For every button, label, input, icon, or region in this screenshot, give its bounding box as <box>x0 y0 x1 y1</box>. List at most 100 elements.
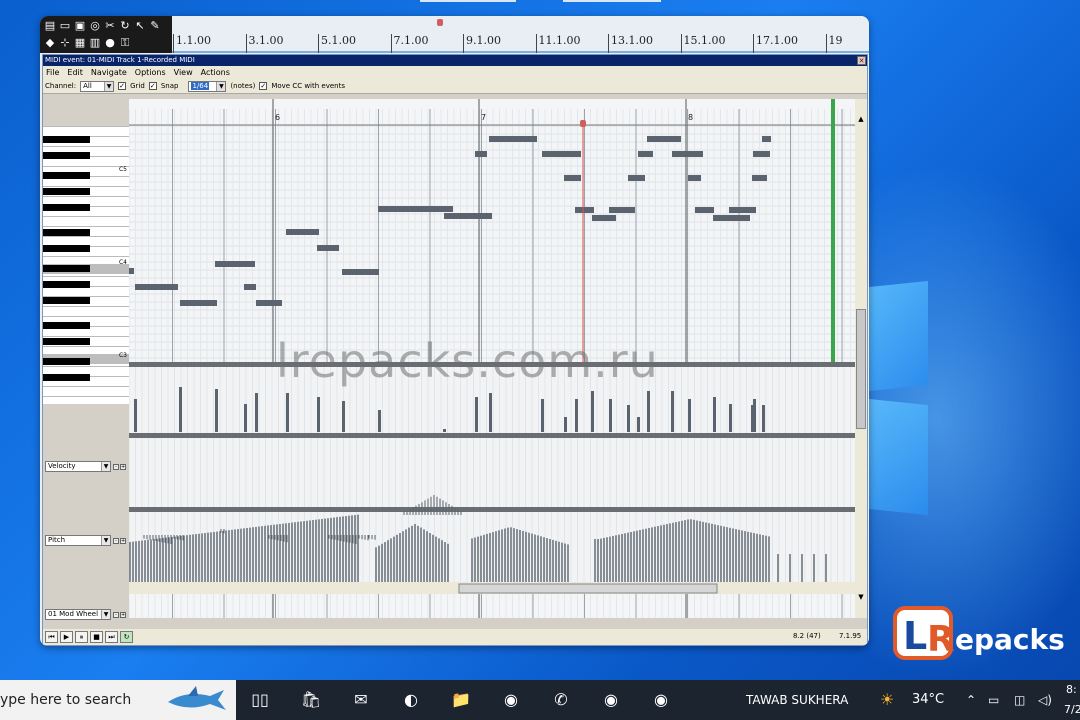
lane-plus-button[interactable]: + <box>120 612 126 618</box>
forward-button[interactable]: ⏭ <box>105 631 118 643</box>
black-key[interactable] <box>43 245 90 252</box>
menu-navigate[interactable]: Navigate <box>91 66 127 79</box>
arrow-icon[interactable]: ↖ <box>133 18 147 33</box>
metronome-icon[interactable]: ◎ <box>88 18 102 33</box>
velocity-lane-select[interactable]: Velocity ▼ <box>45 461 111 472</box>
vertical-scrollbar[interactable]: ▲ ▼ <box>855 99 867 618</box>
taskbar-user[interactable]: TAWAB SUKHERA <box>746 680 848 720</box>
black-key[interactable] <box>43 265 90 272</box>
ruler-label: 15.1.00 <box>683 34 726 47</box>
clock-date[interactable]: 7/2 <box>1064 690 1080 720</box>
edit-cursor-marker <box>580 120 586 127</box>
piano-keyboard[interactable]: C5 C4 C3 <box>43 126 129 404</box>
pitch-lane-label: Pitch <box>48 536 66 544</box>
black-key[interactable] <box>43 358 90 365</box>
note <box>713 215 750 221</box>
lock-icon[interactable]: ⚿ <box>118 35 132 50</box>
scroll-up-icon[interactable]: ▲ <box>856 115 866 125</box>
black-key[interactable] <box>43 374 90 381</box>
black-key[interactable] <box>43 281 90 288</box>
ruler-tick <box>318 34 319 53</box>
playhead-marker[interactable] <box>437 19 443 26</box>
select-icon[interactable]: ⊹ <box>58 35 72 50</box>
note <box>317 245 339 251</box>
piano-key-line <box>43 396 129 397</box>
ruler-tick <box>463 34 464 53</box>
eraser-icon[interactable]: ◆ <box>43 35 57 50</box>
menu-view[interactable]: View <box>174 66 193 79</box>
task-view-icon[interactable]: ▯▯ <box>247 688 273 712</box>
network-icon[interactable]: ◫ <box>1014 680 1025 720</box>
velocity-bar <box>762 405 765 432</box>
velocity-bar <box>378 410 381 432</box>
mod-lane-select[interactable]: 01 Mod Wheel M ▼ <box>45 609 111 620</box>
edge-icon[interactable]: ◐ <box>398 688 424 712</box>
lane-minus-button[interactable]: - <box>113 538 119 544</box>
folder-icon[interactable]: 📁 <box>448 688 474 712</box>
mixer-icon[interactable]: ▥ <box>88 35 102 50</box>
pitch-lane-select[interactable]: Pitch ▼ <box>45 535 111 546</box>
mail-icon[interactable]: ✉ <box>348 688 374 712</box>
snap-select[interactable]: 1/64 ▼ <box>188 80 227 92</box>
chrome-icon[interactable]: ◉ <box>498 688 524 712</box>
menu-options[interactable]: Options <box>135 66 166 79</box>
cut-icon[interactable]: ✂ <box>103 18 117 33</box>
grid-icon[interactable]: ▦ <box>73 35 87 50</box>
battery-icon[interactable]: ▭ <box>988 680 999 720</box>
menu-bar: File Edit Navigate Options View Actions <box>43 66 867 79</box>
play-button[interactable]: ▶ <box>60 631 73 643</box>
black-key[interactable] <box>43 338 90 345</box>
menu-actions[interactable]: Actions <box>201 66 230 79</box>
save-icon[interactable]: ▣ <box>73 18 87 33</box>
note <box>628 175 645 181</box>
snap-checkbox[interactable]: ✓ <box>148 82 157 90</box>
velocity-bar <box>255 393 258 432</box>
open-icon[interactable]: ▤ <box>43 18 57 33</box>
loop-button[interactable]: ↻ <box>120 631 133 643</box>
volume-icon[interactable]: ◁) <box>1038 680 1052 720</box>
black-key[interactable] <box>43 322 90 329</box>
whatsapp-icon[interactable]: ✆ <box>548 688 574 712</box>
playhead-line <box>831 99 835 362</box>
pause-button[interactable]: ⏸ <box>75 631 88 643</box>
close-button[interactable]: ✕ <box>857 56 866 65</box>
chrome-icon[interactable]: ◉ <box>648 688 674 712</box>
black-key[interactable] <box>43 297 90 304</box>
black-key[interactable] <box>43 136 90 143</box>
timeline-ruler[interactable]: 1.1.00 3.1.00 5.1.00 7.1.00 9.1.00 11.1.00 13.… <box>172 16 869 53</box>
stop-button[interactable]: ■ <box>90 631 103 643</box>
velocity-bar <box>627 405 630 432</box>
store-icon[interactable]: 🛍 <box>298 688 324 712</box>
scroll-thumb[interactable] <box>856 309 866 429</box>
chrome-icon[interactable]: ◉ <box>598 688 624 712</box>
folder-icon[interactable]: ▭ <box>58 18 72 33</box>
top-window-edge <box>563 0 661 2</box>
note <box>286 229 319 235</box>
taskbar-search[interactable]: ype here to search <box>0 680 236 720</box>
black-key[interactable] <box>43 188 90 195</box>
menu-edit[interactable]: Edit <box>67 66 83 79</box>
record-icon[interactable]: ● <box>103 35 117 50</box>
channel-select[interactable]: All ▼ <box>80 80 115 92</box>
pencil-icon[interactable]: ✎ <box>148 18 162 33</box>
lane-plus-button[interactable]: + <box>120 464 126 470</box>
black-key[interactable] <box>43 204 90 211</box>
black-key[interactable] <box>43 152 90 159</box>
lane-minus-button[interactable]: - <box>113 464 119 470</box>
temperature[interactable]: 34°C <box>912 680 944 720</box>
menu-file[interactable]: File <box>46 66 59 79</box>
lane-plus-button[interactable]: + <box>120 538 126 544</box>
chevron-down-icon: ▼ <box>101 610 110 619</box>
black-key[interactable] <box>43 229 90 236</box>
grid-checkbox[interactable]: ✓ <box>118 82 127 90</box>
ruler-label: 13.1.00 <box>611 34 653 47</box>
velocity-bar <box>591 391 594 432</box>
weather-icon[interactable]: ☀ <box>880 680 894 720</box>
lane-minus-button[interactable]: - <box>113 612 119 618</box>
black-key[interactable] <box>43 172 90 179</box>
movecc-checkbox[interactable]: ✓ <box>259 82 268 90</box>
chevron-up-icon[interactable]: ⌃ <box>966 680 976 720</box>
loop-icon[interactable]: ↻ <box>118 18 132 33</box>
scroll-down-icon[interactable]: ▼ <box>856 593 866 603</box>
rewind-button[interactable]: ⏮ <box>45 631 58 643</box>
